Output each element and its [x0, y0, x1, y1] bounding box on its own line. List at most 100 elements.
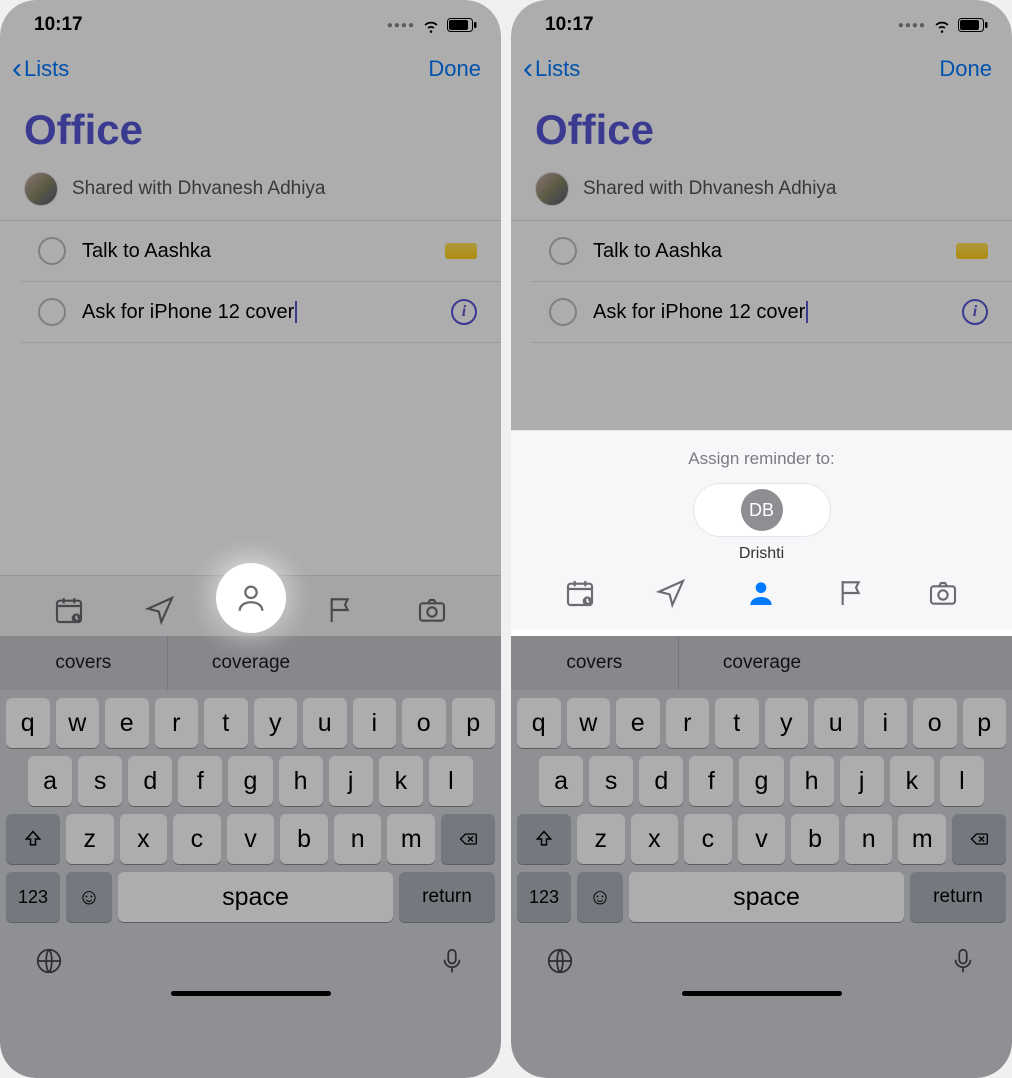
key-n[interactable]: n [334, 814, 382, 864]
key-x[interactable]: x [631, 814, 679, 864]
key-backspace[interactable] [952, 814, 1006, 864]
key-a[interactable]: a [28, 756, 72, 806]
key-l[interactable]: l [429, 756, 473, 806]
key-f[interactable]: f [178, 756, 222, 806]
key-o[interactable]: o [913, 698, 957, 748]
key-q[interactable]: q [517, 698, 561, 748]
key-g[interactable]: g [739, 756, 783, 806]
shared-with-row[interactable]: Shared with Dhvanesh Adhiya [511, 164, 1012, 221]
location-button[interactable] [651, 573, 691, 613]
key-return[interactable]: return [399, 872, 495, 922]
key-shift[interactable] [6, 814, 60, 864]
key-z[interactable]: z [577, 814, 625, 864]
camera-button[interactable] [412, 590, 452, 630]
key-backspace[interactable] [441, 814, 495, 864]
key-q[interactable]: q [6, 698, 50, 748]
assign-button[interactable] [741, 573, 781, 613]
key-b[interactable]: b [280, 814, 328, 864]
key-w[interactable]: w [567, 698, 611, 748]
info-icon[interactable]: i [451, 299, 477, 325]
back-button[interactable]: ‹ Lists [523, 54, 580, 84]
key-s[interactable]: s [589, 756, 633, 806]
key-t[interactable]: t [204, 698, 248, 748]
reminder-text[interactable]: Ask for iPhone 12 cover [593, 301, 946, 324]
done-button[interactable]: Done [428, 56, 481, 82]
key-k[interactable]: k [890, 756, 934, 806]
key-v[interactable]: v [738, 814, 786, 864]
key-n[interactable]: n [845, 814, 893, 864]
key-p[interactable]: p [452, 698, 496, 748]
key-j[interactable]: j [329, 756, 373, 806]
suggestion[interactable]: covers [511, 636, 679, 690]
key-l[interactable]: l [940, 756, 984, 806]
key-t[interactable]: t [715, 698, 759, 748]
key-i[interactable]: i [353, 698, 397, 748]
mic-icon[interactable] [437, 946, 467, 981]
key-s[interactable]: s [78, 756, 122, 806]
key-c[interactable]: c [173, 814, 221, 864]
checkbox-circle[interactable] [38, 237, 66, 265]
calendar-button[interactable] [560, 573, 600, 613]
globe-icon[interactable] [545, 946, 575, 981]
key-e[interactable]: e [105, 698, 149, 748]
key-i[interactable]: i [864, 698, 908, 748]
info-icon[interactable]: i [962, 299, 988, 325]
key-return[interactable]: return [910, 872, 1006, 922]
key-e[interactable]: e [616, 698, 660, 748]
reminder-row[interactable]: Ask for iPhone 12 cover i [20, 282, 501, 343]
key-a[interactable]: a [539, 756, 583, 806]
key-space[interactable]: space [629, 872, 904, 922]
key-m[interactable]: m [898, 814, 946, 864]
key-shift[interactable] [517, 814, 571, 864]
reminder-row[interactable]: Talk to Aashka [531, 221, 1012, 282]
key-x[interactable]: x [120, 814, 168, 864]
key-y[interactable]: y [765, 698, 809, 748]
key-y[interactable]: y [254, 698, 298, 748]
back-button[interactable]: ‹ Lists [12, 54, 69, 84]
shared-with-row[interactable]: Shared with Dhvanesh Adhiya [0, 164, 501, 221]
camera-button[interactable] [923, 573, 963, 613]
checkbox-circle[interactable] [549, 237, 577, 265]
key-space[interactable]: space [118, 872, 393, 922]
key-b[interactable]: b [791, 814, 839, 864]
key-c[interactable]: c [684, 814, 732, 864]
done-button[interactable]: Done [939, 56, 992, 82]
assign-button-highlight[interactable] [216, 563, 286, 633]
key-w[interactable]: w [56, 698, 100, 748]
location-button[interactable] [140, 590, 180, 630]
reminder-row[interactable]: Talk to Aashka [20, 221, 501, 282]
key-k[interactable]: k [379, 756, 423, 806]
key-h[interactable]: h [279, 756, 323, 806]
key-u[interactable]: u [303, 698, 347, 748]
key-123[interactable]: 123 [517, 872, 571, 922]
suggestion[interactable]: coverage [679, 636, 846, 690]
key-d[interactable]: d [128, 756, 172, 806]
key-d[interactable]: d [639, 756, 683, 806]
key-z[interactable]: z [66, 814, 114, 864]
checkbox-circle[interactable] [38, 298, 66, 326]
flag-button[interactable] [321, 590, 361, 630]
reminder-row[interactable]: Ask for iPhone 12 cover i [531, 282, 1012, 343]
assign-person-pill[interactable]: DB [693, 483, 831, 537]
calendar-button[interactable] [49, 590, 89, 630]
suggestion[interactable]: covers [0, 636, 168, 690]
key-o[interactable]: o [402, 698, 446, 748]
key-g[interactable]: g [228, 756, 272, 806]
checkbox-circle[interactable] [549, 298, 577, 326]
key-f[interactable]: f [689, 756, 733, 806]
key-emoji[interactable]: ☺ [577, 872, 623, 922]
globe-icon[interactable] [34, 946, 64, 981]
suggestion[interactable]: coverage [168, 636, 335, 690]
mic-icon[interactable] [948, 946, 978, 981]
key-r[interactable]: r [155, 698, 199, 748]
key-u[interactable]: u [814, 698, 858, 748]
key-123[interactable]: 123 [6, 872, 60, 922]
reminder-text[interactable]: Ask for iPhone 12 cover [82, 301, 435, 324]
key-h[interactable]: h [790, 756, 834, 806]
key-emoji[interactable]: ☺ [66, 872, 112, 922]
home-indicator[interactable] [682, 991, 842, 996]
flag-button[interactable] [832, 573, 872, 613]
home-indicator[interactable] [171, 991, 331, 996]
key-v[interactable]: v [227, 814, 275, 864]
key-r[interactable]: r [666, 698, 710, 748]
